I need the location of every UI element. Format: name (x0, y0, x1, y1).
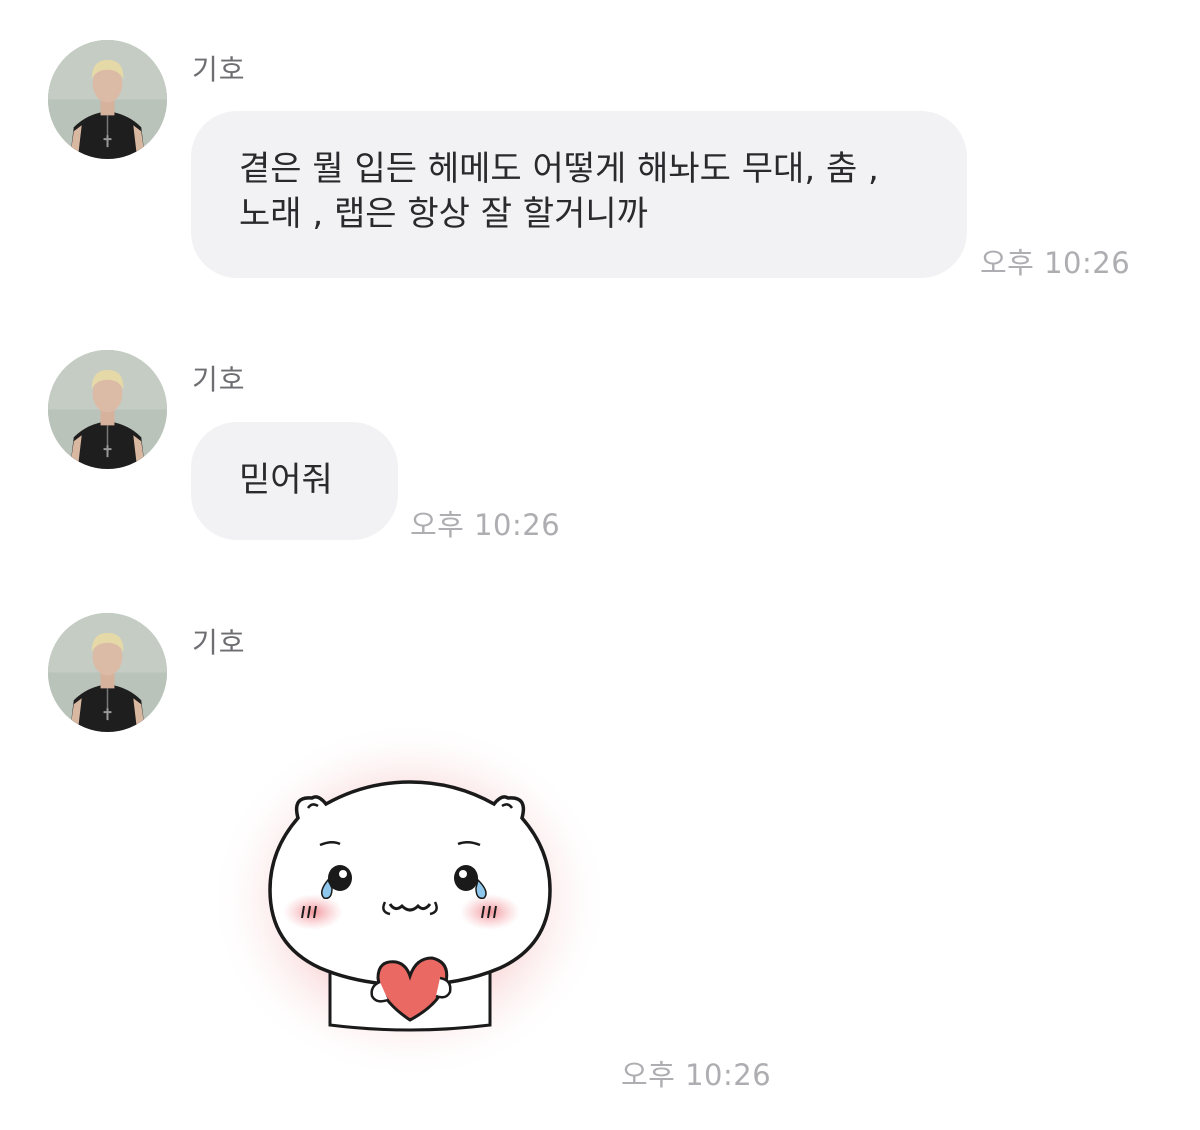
message-timestamp: 오후 10:26 (410, 508, 561, 542)
sender-name: 기호 (192, 626, 246, 659)
message-bubble[interactable]: 믿어줘 (191, 422, 398, 540)
sender-name: 기호 (192, 53, 246, 86)
crying-bear-heart-sticker[interactable] (200, 700, 620, 1080)
profile-photo (48, 350, 167, 469)
sticker-image (210, 720, 610, 1080)
profile-photo (48, 613, 167, 732)
avatar[interactable] (48, 40, 167, 159)
avatar[interactable] (48, 613, 167, 732)
avatar[interactable] (48, 350, 167, 469)
message-bubble[interactable]: 곁은 뭘 입든 헤메도 어떻게 해놔도 무대, 춤 , 노래 , 랩은 항상 잘… (191, 111, 967, 278)
message-timestamp: 오후 10:26 (980, 246, 1131, 280)
message-timestamp: 오후 10:26 (621, 1058, 772, 1092)
sender-name: 기호 (192, 363, 246, 396)
profile-photo (48, 40, 167, 159)
